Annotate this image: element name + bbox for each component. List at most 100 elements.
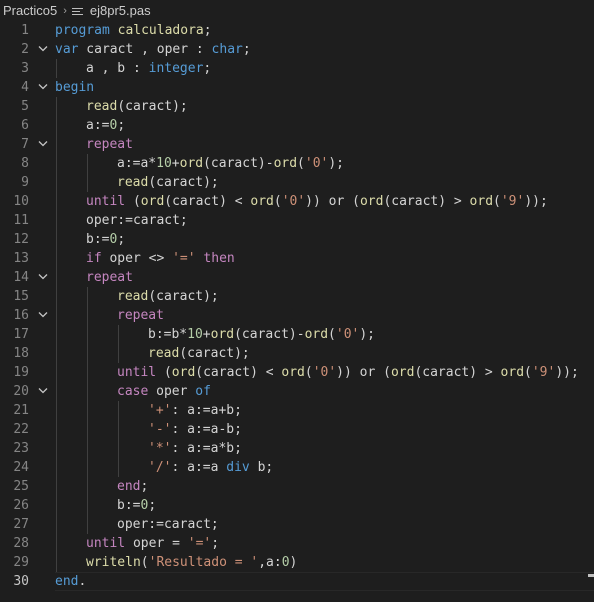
code-line[interactable]: 7 repeat bbox=[0, 135, 594, 154]
fold-chevron-down-icon[interactable] bbox=[36, 40, 50, 59]
code-token: a:= bbox=[86, 118, 110, 133]
code-token: ; bbox=[148, 498, 157, 513]
code-token: of bbox=[195, 384, 211, 399]
code-line[interactable]: 16 repeat bbox=[0, 306, 594, 325]
code-line[interactable]: 27 oper:=caract; bbox=[0, 515, 594, 534]
code-line[interactable]: 6 a:=0; bbox=[0, 116, 594, 135]
indent-guide bbox=[56, 173, 57, 192]
code-token: '-' bbox=[148, 422, 172, 437]
line-number: 15 bbox=[13, 289, 29, 304]
code-token: writeln bbox=[86, 555, 141, 570]
indent-guide bbox=[56, 477, 57, 496]
indent-guide bbox=[56, 154, 57, 173]
code-line[interactable]: 28 until oper = '='; bbox=[0, 534, 594, 553]
code-line[interactable]: 15 read(caract); bbox=[0, 287, 594, 306]
code-line[interactable]: 3 a , b : integer; bbox=[0, 59, 594, 78]
code-token: ; bbox=[117, 118, 126, 133]
code-line[interactable]: 19 until (ord(caract) < ord('0')) or (ord… bbox=[0, 363, 594, 382]
code-token: (caract); bbox=[148, 175, 219, 190]
line-number: 13 bbox=[13, 251, 29, 266]
code-token: ( bbox=[493, 194, 501, 209]
code-line[interactable]: 22 '-': a:=a-b; bbox=[0, 420, 594, 439]
code-editor[interactable]: 1 program calculadora; 2 var caract , oper … bbox=[0, 21, 594, 602]
code-line[interactable]: 17 b:=b*10+ord(caract)-ord('0'); bbox=[0, 325, 594, 344]
code-line[interactable]: 5 read(caract); bbox=[0, 97, 594, 116]
code-token: ( bbox=[156, 365, 172, 380]
code-line[interactable]: 25 end; bbox=[0, 477, 594, 496]
code-line[interactable]: 30 end. bbox=[0, 572, 594, 591]
code-token: ; bbox=[211, 536, 220, 551]
fold-chevron-down-icon[interactable] bbox=[36, 306, 50, 325]
code-text: case oper of bbox=[117, 382, 211, 401]
indent-guide bbox=[56, 344, 57, 363]
indent-guide bbox=[87, 515, 88, 534]
code-line[interactable]: 1 program calculadora; bbox=[0, 21, 594, 40]
code-text: repeat bbox=[86, 268, 133, 287]
code-line[interactable]: 26 b:=0; bbox=[0, 496, 594, 515]
code-line[interactable]: 8 a:=a*10+ord(caract)-ord('0'); bbox=[0, 154, 594, 173]
code-token: '0' bbox=[304, 156, 329, 171]
code-line[interactable]: 14 repeat bbox=[0, 268, 594, 287]
code-token: (caract) > bbox=[383, 194, 470, 209]
code-token: ( bbox=[328, 327, 336, 342]
code-token: var bbox=[55, 42, 79, 57]
code-token: : a:=a-b; bbox=[171, 422, 242, 437]
code-line[interactable]: 13 if oper <> '=' then bbox=[0, 249, 594, 268]
code-line[interactable]: 23 '*': a:=a*b; bbox=[0, 439, 594, 458]
code-token: b:= bbox=[86, 232, 110, 247]
code-token: program bbox=[55, 23, 110, 38]
indent-guide bbox=[56, 306, 57, 325]
code-text: a:=0; bbox=[86, 116, 125, 135]
indent-guide bbox=[87, 173, 88, 192]
code-line[interactable]: 24 '/': a:=a div b; bbox=[0, 458, 594, 477]
code-text: until (ord(caract) < ord('0')) or (ord(c… bbox=[86, 192, 548, 211]
code-text: oper:=caract; bbox=[117, 515, 219, 534]
breadcrumb-folder[interactable]: Practico5 bbox=[3, 3, 57, 18]
code-line[interactable]: 12 b:=0; bbox=[0, 230, 594, 249]
indent-guide bbox=[87, 496, 88, 515]
code-line[interactable]: 4 begin bbox=[0, 78, 594, 97]
indent-guide bbox=[56, 439, 57, 458]
fold-chevron-down-icon[interactable] bbox=[36, 78, 50, 97]
code-token: ord bbox=[273, 156, 298, 171]
indent-guide bbox=[87, 154, 88, 173]
code-line[interactable]: 9 read(caract); bbox=[0, 173, 594, 192]
code-token: integer bbox=[148, 61, 204, 76]
line-number: 5 bbox=[21, 99, 29, 114]
code-token: ( bbox=[125, 194, 141, 209]
code-line[interactable]: 21 '+': a:=a+b; bbox=[0, 401, 594, 420]
code-text: var caract , oper : char; bbox=[55, 40, 251, 59]
code-line[interactable]: 2 var caract , oper : char; bbox=[0, 40, 594, 59]
indent-guide bbox=[56, 97, 57, 116]
code-token: oper bbox=[148, 384, 196, 399]
code-token: ) bbox=[289, 555, 298, 570]
code-line[interactable]: 18 read(caract); bbox=[0, 344, 594, 363]
indent-guide bbox=[87, 382, 88, 401]
code-line[interactable]: 20 case oper of bbox=[0, 382, 594, 401]
code-token: ; bbox=[140, 479, 149, 494]
code-token: 10 bbox=[156, 156, 172, 171]
line-number: 28 bbox=[13, 536, 29, 551]
indent-guide bbox=[56, 496, 57, 515]
code-token: 0 bbox=[281, 555, 290, 570]
line-number: 29 bbox=[13, 555, 29, 570]
fold-chevron-down-icon[interactable] bbox=[36, 268, 50, 287]
code-text: a , b : integer; bbox=[86, 59, 211, 78]
indent-guide bbox=[87, 420, 88, 439]
code-line[interactable]: 10 until (ord(caract) < ord('0')) or (ord… bbox=[0, 192, 594, 211]
indent-guide bbox=[87, 439, 88, 458]
code-line[interactable]: 11 oper:=caract; bbox=[0, 211, 594, 230]
breadcrumb-file[interactable]: ej8pr5.pas bbox=[90, 3, 151, 18]
line-number: 8 bbox=[21, 156, 29, 171]
code-token: char bbox=[211, 42, 243, 57]
fold-chevron-down-icon[interactable] bbox=[36, 382, 50, 401]
indent-guide bbox=[56, 211, 57, 230]
fold-chevron-down-icon[interactable] bbox=[36, 135, 50, 154]
indent-guide bbox=[56, 116, 57, 135]
line-number: 10 bbox=[13, 194, 29, 209]
code-token: ord bbox=[179, 156, 204, 171]
code-token: ( bbox=[140, 555, 149, 570]
code-line[interactable]: 29 writeln('Resultado = ',a:0) bbox=[0, 553, 594, 572]
indent-guide bbox=[87, 344, 88, 363]
code-text: begin bbox=[55, 78, 94, 97]
